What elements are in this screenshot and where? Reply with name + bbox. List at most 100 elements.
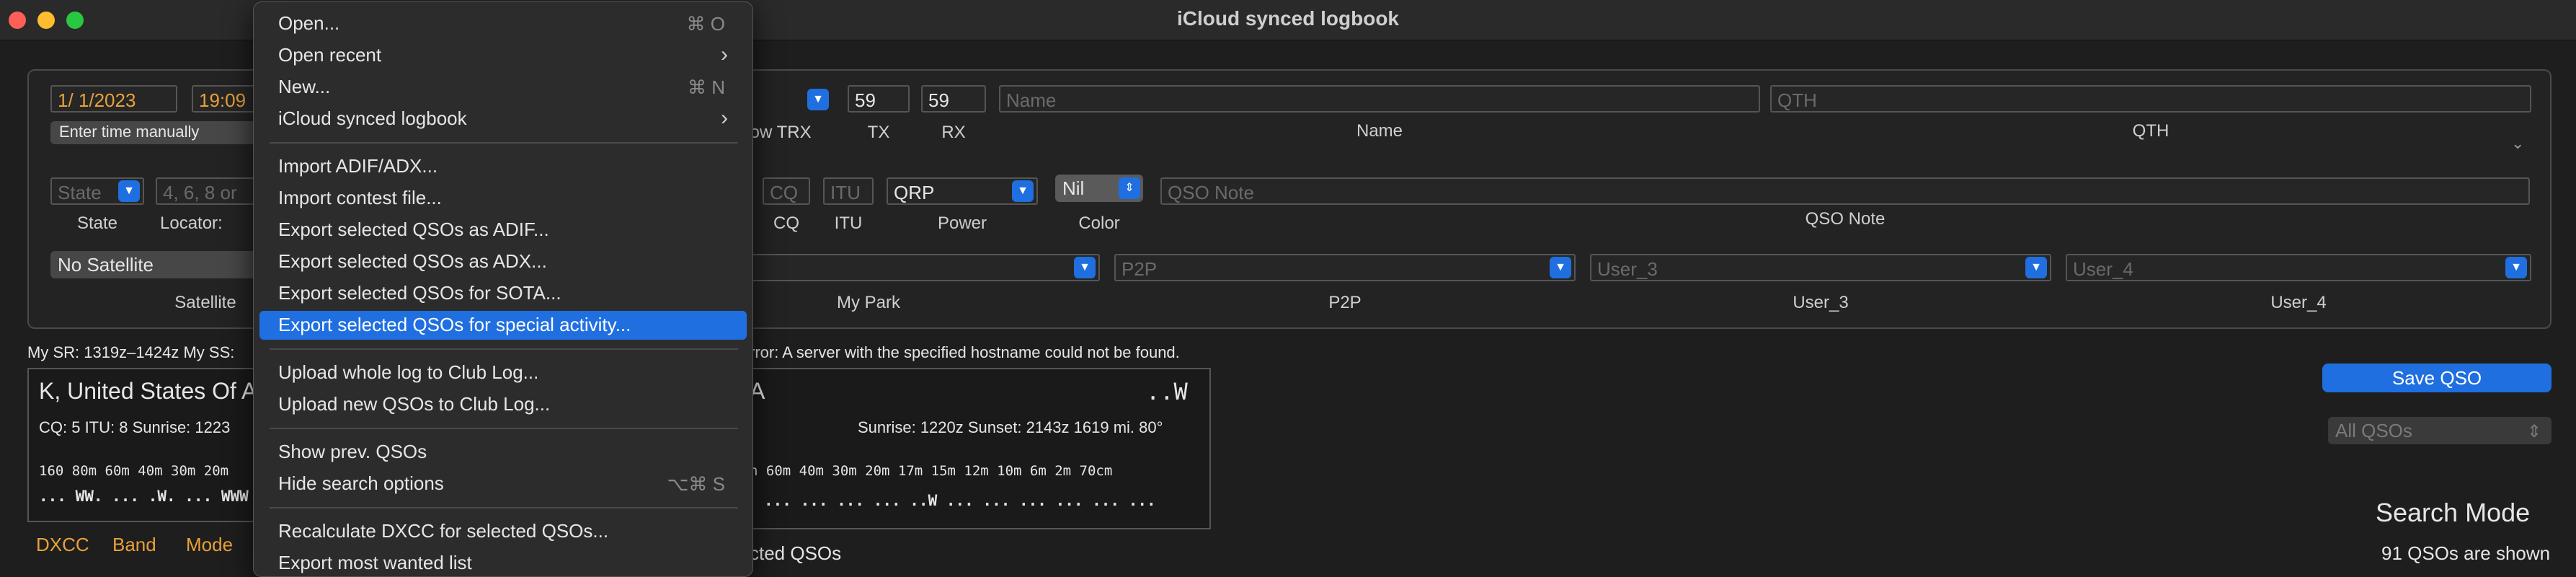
menu-export-sota-label: Export selected QSOs for SOTA...: [278, 282, 561, 304]
time-field[interactable]: 19:09: [192, 85, 257, 113]
menu-icloud-logbook-label: iCloud synced logbook: [278, 107, 467, 129]
search-mode-label: Search Mode: [2376, 498, 2531, 527]
name-input[interactable]: Name: [999, 85, 1760, 113]
menu-export-adif-label: Export selected QSOs as ADIF...: [278, 219, 549, 240]
cq-label: CQ: [773, 213, 799, 233]
menu-export-most-wanted[interactable]: Export most wanted list: [259, 549, 747, 577]
state-chevron-icon[interactable]: ▼: [118, 180, 140, 202]
menu-export-special-activity[interactable]: Export selected QSOs for special activit…: [259, 311, 747, 340]
menu-hide-search-options[interactable]: Hide search options ⌥⌘ S: [259, 470, 747, 498]
menu-import-contest-label: Import contest file...: [278, 187, 442, 208]
menu-open-label: Open...: [278, 12, 340, 34]
user3-combo[interactable]: User_3 ▼: [1590, 254, 2051, 281]
qso-note-label: QSO Note: [1805, 209, 1886, 229]
itu-label: ITU: [834, 213, 863, 233]
country-title: K, United States Of A: [39, 378, 257, 404]
itu-input[interactable]: ITU: [823, 177, 874, 205]
menu-recalculate-dxcc[interactable]: Recalculate DXCC for selected QSOs...: [259, 517, 747, 546]
follow-trx-chevron-icon[interactable]: ▼: [807, 89, 829, 110]
my-park-chevron-icon[interactable]: ▼: [1074, 257, 1096, 278]
menu-show-prev-qsos[interactable]: Show prev. QSOs: [259, 438, 747, 467]
user4-combo[interactable]: User_4 ▼: [2066, 254, 2531, 281]
p2p-label: P2P: [1328, 293, 1362, 312]
menu-recalculate-dxcc-label: Recalculate DXCC for selected QSOs...: [278, 520, 609, 542]
expand-chevron-icon[interactable]: ⌄: [2511, 134, 2524, 153]
menu-hide-search-shortcut: ⌥⌘ S: [667, 473, 725, 495]
filter-updown-icon: ⇕: [2527, 422, 2542, 441]
menu-export-sota[interactable]: Export selected QSOs for SOTA...: [259, 279, 747, 308]
menu-icloud-logbook[interactable]: iCloud synced logbook ›: [259, 105, 747, 133]
menu-open[interactable]: Open... ⌘ O: [259, 9, 747, 38]
save-qso-button[interactable]: Save QSO: [2322, 364, 2551, 392]
menu-import-adif-label: Import ADIF/ADX...: [278, 155, 438, 177]
menu-upload-whole-log[interactable]: Upload whole log to Club Log...: [259, 358, 747, 387]
menu-export-most-wanted-label: Export most wanted list: [278, 552, 472, 573]
user4-chevron-icon[interactable]: ▼: [2505, 257, 2527, 278]
band-header-left: 160 80m 60m 40m 30m 20m: [39, 463, 229, 479]
menu-import-contest[interactable]: Import contest file...: [259, 184, 747, 213]
tx-label: TX: [867, 123, 890, 142]
name-label: Name: [1356, 121, 1403, 141]
menu-separator: [270, 348, 738, 350]
menu-separator: [270, 142, 738, 144]
info-right-details: Sunrise: 1220z Sunset: 2143z 1619 mi. 80…: [858, 418, 1163, 436]
p2p-chevron-icon[interactable]: ▼: [1550, 257, 1571, 278]
user4-label: User_4: [2270, 293, 2327, 312]
band-link[interactable]: Band: [112, 534, 156, 556]
sun-times-status: My SR: 1319z–1424z My SS:: [27, 343, 235, 361]
enter-time-manually-popup[interactable]: Enter time manually: [50, 121, 259, 144]
menu-separator: [270, 428, 738, 429]
file-menu: Open... ⌘ O Open recent › New... ⌘ N iCloud…: [253, 1, 753, 577]
tx-field[interactable]: 59: [848, 85, 910, 113]
qso-count-label: 91 QSOs are shown: [2381, 542, 2551, 564]
dxcc-link[interactable]: DXCC: [36, 534, 89, 556]
menu-new-label: New...: [278, 76, 331, 97]
p2p-placeholder: P2P: [1122, 258, 1158, 280]
menu-open-shortcut: ⌘ O: [686, 13, 725, 35]
locator-label: Locator:: [160, 213, 223, 233]
menu-open-recent-label: Open recent: [278, 44, 382, 66]
qso-filter-popup[interactable]: All QSOs: [2328, 417, 2551, 444]
color-updown-chevron-icon[interactable]: ⇕: [1119, 177, 1140, 199]
chevron-right-icon: ›: [721, 106, 728, 130]
color-label: Color: [1078, 213, 1120, 233]
menu-export-adif[interactable]: Export selected QSOs as ADIF...: [259, 216, 747, 245]
cq-input[interactable]: CQ: [763, 177, 810, 205]
user3-label: User_3: [1793, 293, 1849, 312]
menu-new[interactable]: New... ⌘ N: [259, 73, 747, 102]
menu-upload-whole-log-label: Upload whole log to Club Log...: [278, 361, 539, 383]
mode-link[interactable]: Mode: [186, 534, 233, 556]
menu-export-adx-label: Export selected QSOs as ADX...: [278, 250, 547, 272]
locator-input[interactable]: 4, 6, 8 or: [156, 177, 257, 205]
date-field[interactable]: 1/ 1/2023: [50, 85, 177, 113]
qth-label: QTH: [2132, 121, 2169, 141]
menu-export-special-activity-label: Export selected QSOs for special activit…: [278, 314, 631, 335]
country-details: CQ: 5 ITU: 8 Sunrise: 1223: [39, 418, 231, 436]
chevron-right-icon: ›: [721, 43, 728, 66]
follow-trx-label: llow TRX: [742, 123, 812, 142]
my-park-combo[interactable]: ▼: [750, 254, 1100, 281]
qso-note-input[interactable]: QSO Note: [1160, 177, 2530, 205]
menu-hide-search-options-label: Hide search options: [278, 472, 444, 494]
power-chevron-icon[interactable]: ▼: [1012, 180, 1034, 202]
menu-open-recent[interactable]: Open recent ›: [259, 41, 747, 70]
state-label: State: [76, 213, 118, 233]
menu-upload-new-qsos[interactable]: Upload new QSOs to Club Log...: [259, 390, 747, 419]
menu-import-adif[interactable]: Import ADIF/ADX...: [259, 152, 747, 181]
qth-input[interactable]: QTH: [1770, 85, 2531, 113]
satellite-popup[interactable]: No Satellite: [50, 251, 259, 278]
user3-chevron-icon[interactable]: ▼: [2025, 257, 2047, 278]
user4-placeholder: User_4: [2073, 258, 2133, 280]
menu-separator: [270, 507, 738, 508]
band-marks-right: ... ... ... ... ..W ... ... ... ... ... …: [764, 492, 1156, 509]
p2p-combo[interactable]: P2P ▼: [1114, 254, 1576, 281]
rx-field[interactable]: 59: [921, 85, 986, 113]
power-label: Power: [937, 213, 987, 233]
rx-label: RX: [941, 123, 966, 142]
menu-export-adx[interactable]: Export selected QSOs as ADX...: [259, 247, 747, 276]
info-right-marks-title: ..W: [1146, 378, 1188, 405]
user3-placeholder: User_3: [1597, 258, 1658, 280]
menu-upload-new-qsos-label: Upload new QSOs to Club Log...: [278, 393, 551, 415]
network-error-status: rror: A server with the specified hostna…: [750, 343, 1180, 361]
menu-new-shortcut: ⌘ N: [688, 76, 725, 98]
